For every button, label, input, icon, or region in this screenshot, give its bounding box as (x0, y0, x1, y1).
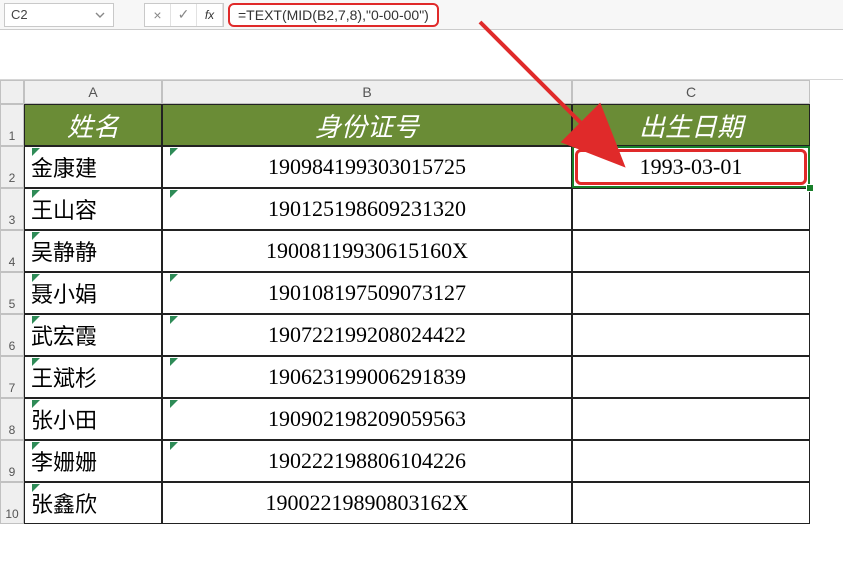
error-indicator-icon (32, 274, 40, 282)
table-row: 10 张鑫欣 19002219890803162X (0, 482, 843, 524)
error-indicator-icon (170, 274, 178, 282)
cell-birth[interactable] (572, 356, 810, 398)
row-number[interactable]: 7 (0, 356, 24, 398)
cell-birth[interactable] (572, 272, 810, 314)
cell-id[interactable]: 19008119930615160X (162, 230, 572, 272)
formula-bar: C2 × ✓ fx =TEXT(MID(B2,7,8),"0-00-00") (0, 0, 843, 30)
worksheet: A B C 1 姓名 身份证号 出生日期 2 金康建 1909841993030… (0, 80, 843, 524)
formula-controls: × ✓ fx (144, 3, 224, 27)
cell-id[interactable]: 190902198209059563 (162, 398, 572, 440)
error-indicator-icon (170, 316, 178, 324)
cell-id[interactable]: 190722199208024422 (162, 314, 572, 356)
formula-text: =TEXT(MID(B2,7,8),"0-00-00") (238, 7, 429, 23)
cell-id[interactable]: 190125198609231320 (162, 188, 572, 230)
error-indicator-icon (32, 484, 40, 492)
formula-highlight[interactable]: =TEXT(MID(B2,7,8),"0-00-00") (228, 3, 439, 27)
cell-birth-selected[interactable]: 1993-03-01 (572, 146, 810, 188)
cell-name[interactable]: 王斌杉 (24, 356, 162, 398)
error-indicator-icon (170, 358, 178, 366)
cell-birth[interactable] (572, 440, 810, 482)
row-number[interactable]: 1 (0, 104, 24, 146)
header-name[interactable]: 姓名 (24, 104, 162, 146)
select-all-corner[interactable] (0, 80, 24, 104)
error-indicator-icon (170, 442, 178, 450)
cell-id[interactable]: 190222198806104226 (162, 440, 572, 482)
column-header-B[interactable]: B (162, 80, 572, 104)
cell-id[interactable]: 190984199303015725 (162, 146, 572, 188)
cell-birth[interactable] (572, 482, 810, 524)
result-highlight: 1993-03-01 (575, 149, 807, 185)
fill-handle[interactable] (806, 184, 814, 192)
cell-birth[interactable] (572, 398, 810, 440)
column-header-C[interactable]: C (572, 80, 810, 104)
error-indicator-icon (170, 400, 178, 408)
cell-birth[interactable] (572, 230, 810, 272)
error-indicator-icon (32, 442, 40, 450)
table-header-row: 1 姓名 身份证号 出生日期 (0, 104, 843, 146)
column-header-A[interactable]: A (24, 80, 162, 104)
cell-id[interactable]: 190108197509073127 (162, 272, 572, 314)
row-number[interactable]: 4 (0, 230, 24, 272)
cell-name[interactable]: 张小田 (24, 398, 162, 440)
cell-id[interactable]: 190623199006291839 (162, 356, 572, 398)
row-number[interactable]: 8 (0, 398, 24, 440)
cell-name[interactable]: 王山容 (24, 188, 162, 230)
error-indicator-icon (32, 190, 40, 198)
table-row: 5 聂小娟 190108197509073127 (0, 272, 843, 314)
ribbon-gap (0, 30, 843, 80)
row-number[interactable]: 3 (0, 188, 24, 230)
row-number[interactable]: 2 (0, 146, 24, 188)
cell-name[interactable]: 金康建 (24, 146, 162, 188)
formula-area: =TEXT(MID(B2,7,8),"0-00-00") (228, 3, 439, 27)
row-number[interactable]: 9 (0, 440, 24, 482)
table-row: 4 吴静静 19008119930615160X (0, 230, 843, 272)
cell-name[interactable]: 吴静静 (24, 230, 162, 272)
cell-name[interactable]: 张鑫欣 (24, 482, 162, 524)
cell-birth[interactable] (572, 314, 810, 356)
table-row: 6 武宏霞 190722199208024422 (0, 314, 843, 356)
header-birth[interactable]: 出生日期 (572, 104, 810, 146)
error-indicator-icon (170, 190, 178, 198)
table-row: 9 李姗姗 190222198806104226 (0, 440, 843, 482)
cell-name[interactable]: 聂小娟 (24, 272, 162, 314)
cancel-icon[interactable]: × (145, 4, 171, 26)
chevron-down-icon[interactable] (93, 10, 107, 20)
error-indicator-icon (32, 148, 40, 156)
error-indicator-icon (32, 232, 40, 240)
error-indicator-icon (170, 148, 178, 156)
cell-birth[interactable] (572, 188, 810, 230)
cell-name[interactable]: 武宏霞 (24, 314, 162, 356)
table-row: 2 金康建 190984199303015725 1993-03-01 (0, 146, 843, 188)
error-indicator-icon (32, 358, 40, 366)
confirm-icon[interactable]: ✓ (171, 4, 197, 26)
error-indicator-icon (32, 316, 40, 324)
row-number[interactable]: 5 (0, 272, 24, 314)
cell-name[interactable]: 李姗姗 (24, 440, 162, 482)
cell-id[interactable]: 19002219890803162X (162, 482, 572, 524)
header-id[interactable]: 身份证号 (162, 104, 572, 146)
name-box-value: C2 (11, 7, 93, 22)
fx-icon[interactable]: fx (197, 4, 223, 26)
name-box[interactable]: C2 (4, 3, 114, 27)
table-row: 7 王斌杉 190623199006291839 (0, 356, 843, 398)
column-header-row: A B C (0, 80, 843, 104)
table-row: 8 张小田 190902198209059563 (0, 398, 843, 440)
error-indicator-icon (32, 400, 40, 408)
row-number[interactable]: 6 (0, 314, 24, 356)
table-row: 3 王山容 190125198609231320 (0, 188, 843, 230)
row-number[interactable]: 10 (0, 482, 24, 524)
